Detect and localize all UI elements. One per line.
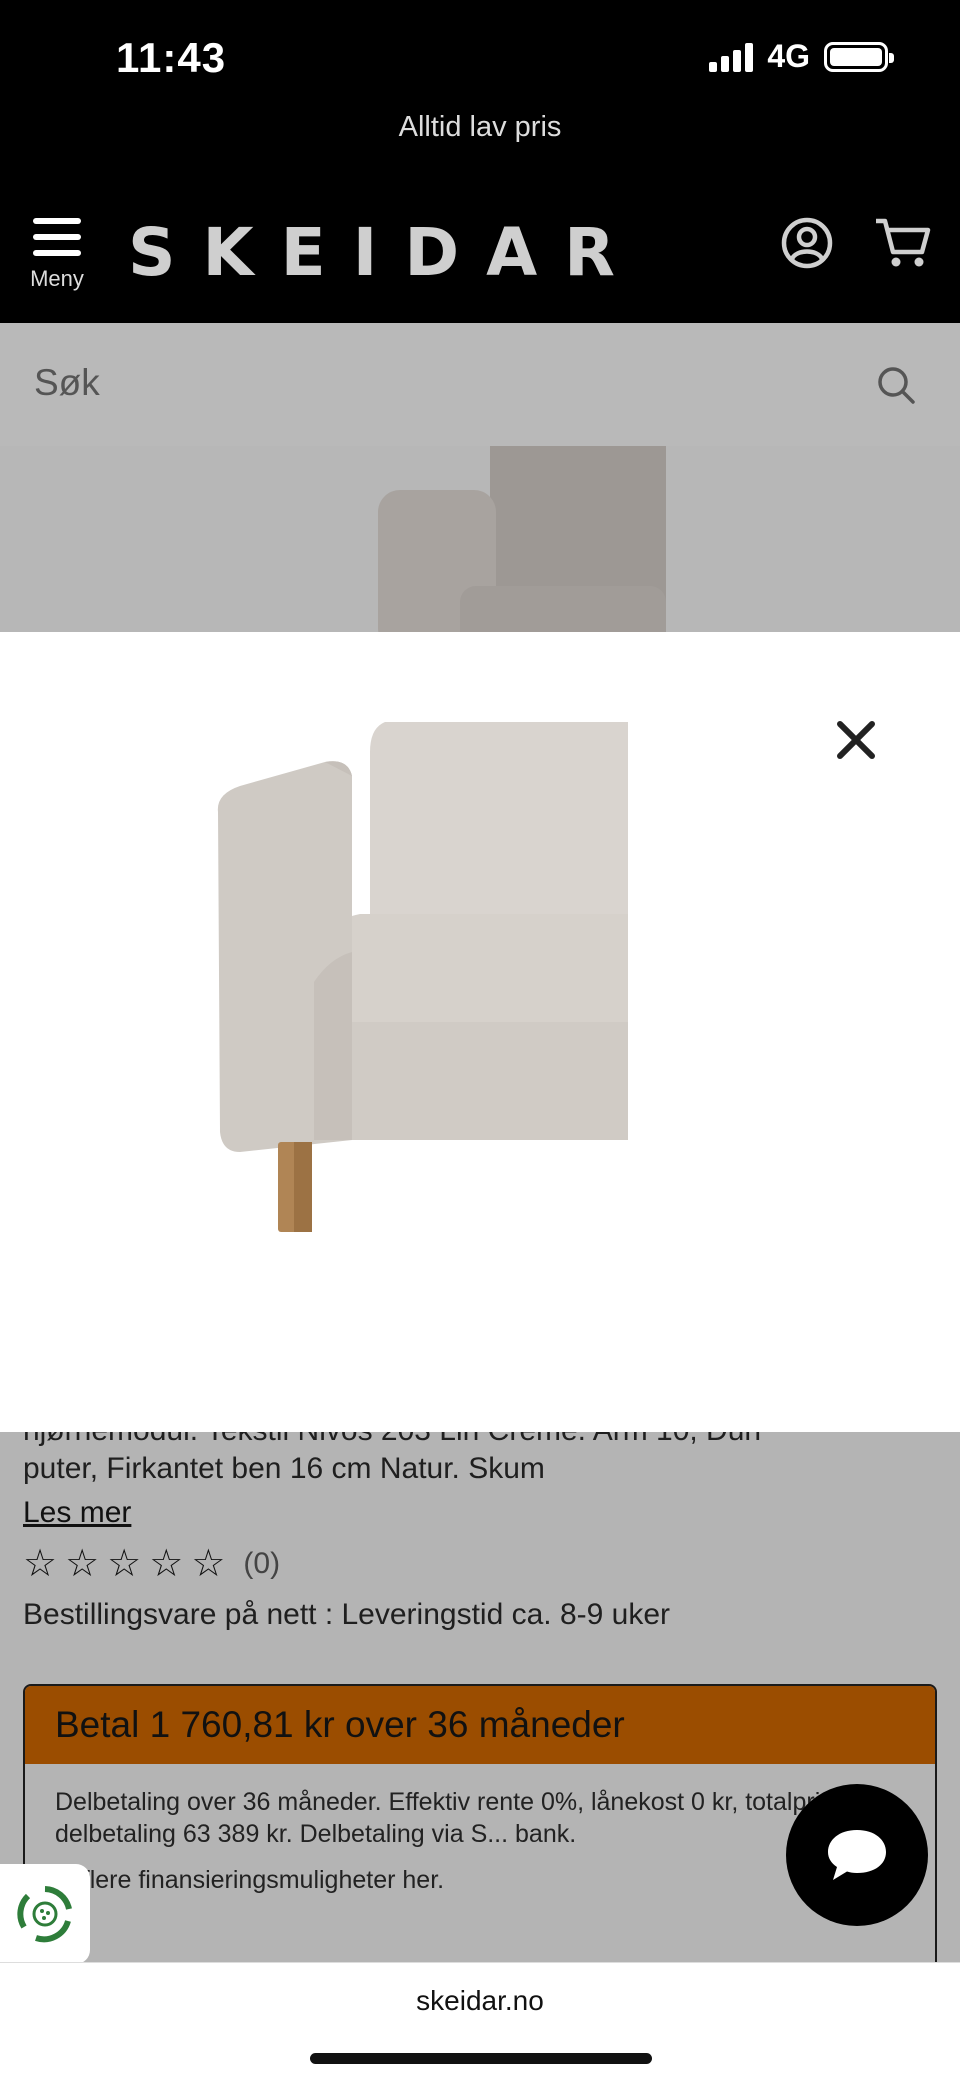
promo-text: Alltid lav pris — [398, 111, 562, 143]
promo-bar: Alltid lav pris — [0, 100, 960, 180]
financing-headline: Betal 1 760,81 kr over 36 måneder — [25, 1686, 935, 1764]
status-indicators: 4G — [709, 38, 894, 75]
network-type: 4G — [767, 38, 810, 74]
account-icon[interactable] — [780, 216, 834, 275]
search-icon[interactable] — [876, 365, 916, 410]
product-rating[interactable]: ☆ ☆ ☆ ☆ ☆ (0) — [23, 1544, 280, 1584]
battery-icon — [824, 41, 894, 72]
product-description: puter, Firkantet ben 16 cm Natur. Skum — [23, 1452, 545, 1485]
menu-button[interactable]: Meny — [28, 218, 86, 292]
financing-details: Delbetaling over 36 måneder. Effektiv re… — [55, 1788, 869, 1848]
star-icon: ☆ — [191, 1543, 226, 1585]
search-input[interactable] — [34, 353, 834, 413]
site-logo[interactable]: SKEIDAR — [128, 214, 642, 291]
menu-label: Meny — [30, 266, 84, 291]
star-icon: ☆ — [23, 1543, 58, 1585]
background-product-image — [0, 446, 960, 632]
close-icon[interactable] — [832, 716, 880, 764]
product-description-partial: hjørnemodul. Tekstil Nivos 203 Lin Creme… — [23, 1432, 761, 1448]
status-bar: 11:43 4G — [0, 0, 960, 110]
star-icon: ☆ — [149, 1543, 184, 1585]
image-modal — [0, 632, 960, 1432]
cart-icon[interactable] — [874, 216, 932, 275]
star-icon: ☆ — [107, 1543, 142, 1585]
url-text[interactable]: skeidar.no — [0, 1985, 960, 2017]
site-header: Meny SKEIDAR — [0, 180, 960, 323]
chat-bubble-icon — [828, 1830, 886, 1880]
read-more-link[interactable]: Les mer — [23, 1496, 131, 1530]
financing-more-link[interactable]: ... flere finansieringsmuligheter her. — [55, 1864, 905, 1896]
signal-icon — [709, 42, 754, 72]
star-icon: ☆ — [65, 1543, 100, 1585]
search-bar — [0, 323, 960, 446]
status-time: 11:43 — [116, 34, 227, 81]
delivery-info: Bestillingsvare på nett : Leveringstid c… — [23, 1598, 671, 1631]
chat-button[interactable] — [786, 1784, 928, 1926]
hamburger-icon — [28, 218, 86, 256]
product-image — [210, 722, 630, 1387]
rating-count: (0) — [243, 1547, 281, 1580]
recycle-badge-icon[interactable] — [0, 1864, 90, 1964]
browser-url-bar[interactable]: skeidar.no — [0, 1962, 960, 2077]
home-indicator — [310, 2053, 652, 2064]
